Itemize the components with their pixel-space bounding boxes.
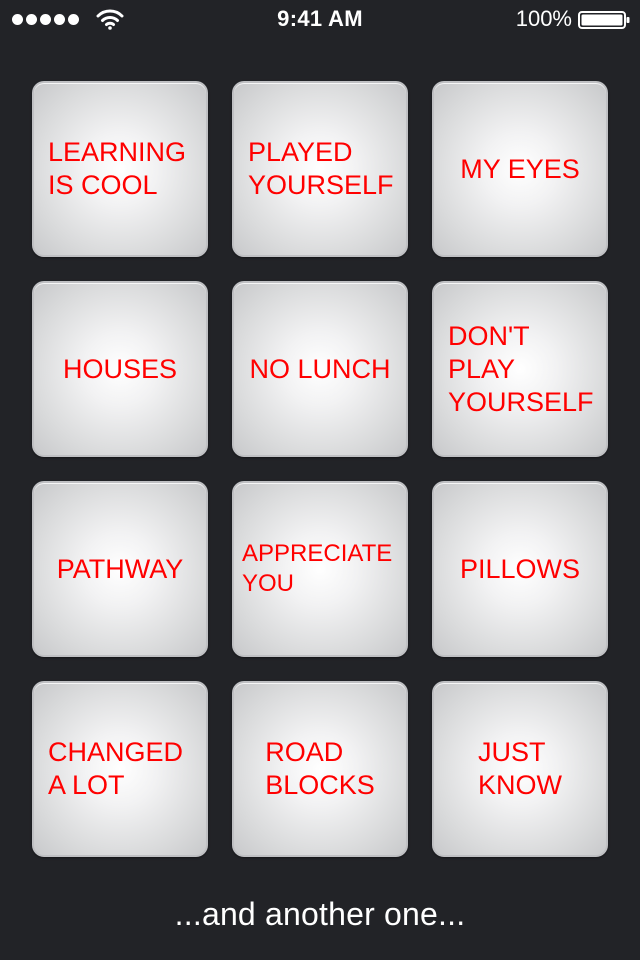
- sound-button-learning-is-cool[interactable]: LEARNING IS COOL: [32, 81, 208, 257]
- sound-button-pillows[interactable]: PILLOWS: [432, 481, 608, 657]
- caption-text: ...and another one...: [174, 896, 466, 932]
- battery-percent: 100%: [515, 6, 572, 31]
- sound-button-road-blocks[interactable]: ROAD BLOCKS: [232, 681, 408, 857]
- sound-button-label: HOUSES: [62, 353, 178, 384]
- sound-button-label: PATHWAY: [56, 553, 184, 584]
- sound-button-label: DON'T PLAY YOURSELF: [448, 320, 594, 417]
- sound-button-label: APPRECIATE YOU: [242, 540, 393, 597]
- sound-button-label: JUST KNOW: [478, 737, 562, 800]
- sound-button-no-lunch[interactable]: NO LUNCH: [232, 281, 408, 457]
- sound-button-label: ROAD BLOCKS: [265, 737, 375, 800]
- sound-button-label: NO LUNCH: [249, 353, 391, 384]
- sound-button-label: LEARNING IS COOL: [48, 137, 187, 200]
- battery-full-icon: [578, 11, 630, 29]
- sound-button-appreciate-you[interactable]: APPRECIATE YOU: [232, 481, 408, 657]
- sound-button-label: PLAYED YOURSELF: [248, 137, 394, 200]
- status-bar: 9:41 AM 100%: [0, 0, 640, 40]
- sound-button-played-yourself[interactable]: PLAYED YOURSELF: [232, 81, 408, 257]
- sound-button-my-eyes[interactable]: MY EYES: [432, 81, 608, 257]
- sound-button-label: CHANGED A LOT: [48, 737, 184, 800]
- sound-button-changed-a-lot[interactable]: CHANGED A LOT: [32, 681, 208, 857]
- sound-button-houses[interactable]: HOUSES: [32, 281, 208, 457]
- sound-button-dont-play-yourself[interactable]: DON'T PLAY YOURSELF: [432, 281, 608, 457]
- sound-button-label: PILLOWS: [459, 553, 581, 584]
- soundboard-grid: LEARNING IS COOL PLAYED YOURSELF MY EYES…: [32, 81, 608, 857]
- sound-button-pathway[interactable]: PATHWAY: [32, 481, 208, 657]
- sound-button-just-know[interactable]: JUST KNOW: [432, 681, 608, 857]
- sound-button-label: MY EYES: [460, 153, 580, 184]
